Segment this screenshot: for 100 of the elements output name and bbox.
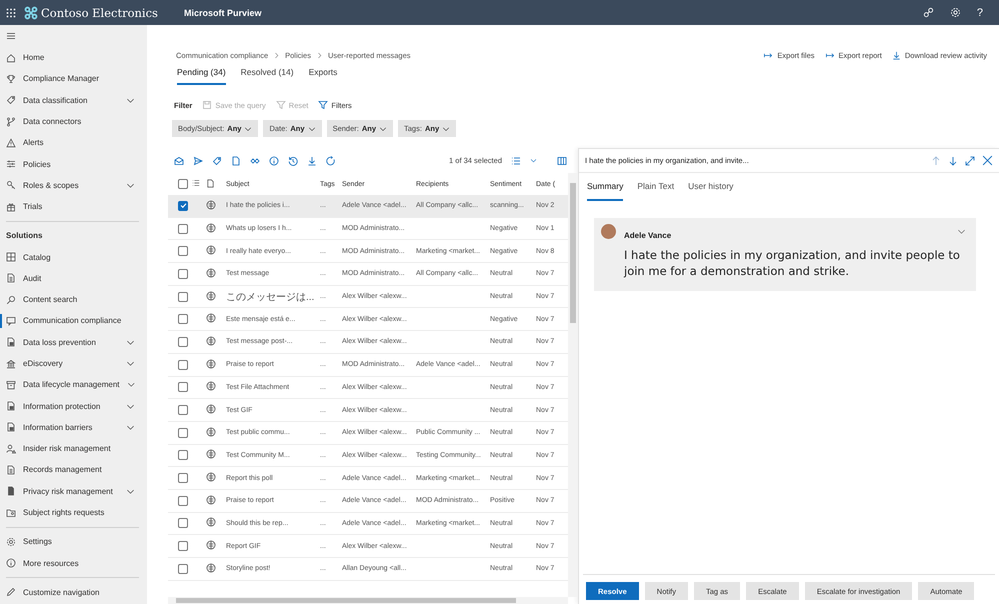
nav-item[interactable]: Subject rights requests (0, 502, 147, 524)
expand-button[interactable] (965, 156, 975, 166)
nav-item[interactable]: Compliance Manager (0, 68, 147, 90)
row-checkbox[interactable] (178, 473, 188, 484)
document-lock-icon (6, 401, 16, 412)
close-icon (982, 155, 993, 166)
warning-icon (6, 138, 16, 148)
key-icon (6, 180, 16, 190)
row-checkbox[interactable] (178, 246, 188, 256)
row-checkbox[interactable] (178, 224, 188, 234)
download-icon (307, 156, 317, 166)
tab[interactable]: Pending (34) (177, 65, 226, 85)
row-checkbox[interactable] (178, 496, 188, 506)
gift-icon (6, 202, 16, 212)
trophy-icon (6, 74, 16, 84)
row-checkbox[interactable] (178, 382, 188, 392)
nav-item[interactable]: Trials (0, 196, 147, 218)
tab[interactable]: Plain Text (637, 177, 674, 201)
funnel-icon (318, 100, 328, 110)
tab[interactable]: Resolved (14) (240, 65, 294, 85)
nav-item[interactable]: Home (0, 47, 147, 68)
nav-item[interactable]: Data loss prevention (0, 332, 147, 353)
nav-item[interactable]: Content search (0, 288, 147, 310)
chevron-down-icon (957, 227, 966, 236)
nav-item[interactable]: Settings (0, 531, 147, 553)
arrow-right-icon (763, 50, 774, 60)
grid-icon (6, 252, 16, 262)
chevron-down-icon (126, 380, 135, 390)
home-icon (6, 52, 16, 63)
nav-item[interactable]: eDiscovery (0, 352, 147, 374)
select-all-checkbox[interactable] (178, 179, 188, 189)
nav-item[interactable]: Audit (0, 268, 147, 289)
nav-item[interactable]: Data lifecycle management (0, 374, 147, 396)
organization-name: Contoso Electronics (41, 6, 158, 20)
arrow-up-icon (931, 156, 941, 166)
row-checkbox[interactable] (178, 268, 188, 279)
help-button[interactable]: ? (976, 6, 983, 18)
row-checkbox[interactable] (178, 360, 188, 370)
close-button[interactable] (982, 155, 993, 166)
app-launcher-icon (6, 8, 16, 18)
info-icon (6, 558, 16, 568)
mail-icon (174, 156, 184, 166)
document-icon (206, 178, 215, 188)
row-checkbox[interactable] (178, 314, 188, 324)
nav-item[interactable]: Information protection (0, 395, 147, 417)
row-checkbox[interactable] (178, 405, 188, 416)
nav-item[interactable]: Roles & scopes (0, 174, 147, 196)
document-icon (6, 486, 16, 496)
tag-icon (6, 95, 16, 106)
chevron-down-icon (379, 124, 388, 132)
message-body: I hate the policies in my organization, and invite people to join me for a demonstration and strike. (624, 247, 961, 279)
vertical-scrollbar[interactable] (568, 173, 578, 597)
row-checkbox[interactable] (178, 541, 188, 552)
archive-icon (6, 380, 16, 390)
next-button[interactable] (948, 156, 958, 166)
chevron-down-icon (244, 124, 252, 132)
save-icon (202, 100, 212, 110)
row-checkbox[interactable] (178, 336, 188, 347)
table-cell: このメッセージは... (226, 292, 314, 303)
pencil-icon (6, 587, 16, 598)
author-name: Adele Vance (624, 231, 672, 240)
tab[interactable]: Summary (587, 177, 624, 201)
nav-item[interactable]: Data classification (0, 90, 147, 111)
tab[interactable]: User history (688, 177, 734, 201)
nav-item[interactable]: More resources (0, 552, 147, 574)
horizontal-scrollbar[interactable] (168, 597, 568, 604)
send-icon (193, 156, 203, 166)
row-checkbox[interactable] (178, 564, 188, 574)
nav-item[interactable]: Data connectors (0, 110, 147, 132)
chevron-right-icon (316, 52, 323, 58)
history-icon (288, 156, 298, 166)
chevron-down-icon (530, 157, 537, 164)
nav-item[interactable]: Privacy risk management (0, 480, 147, 502)
row-checkbox[interactable] (178, 450, 188, 460)
nav-item[interactable]: Catalog (0, 246, 147, 268)
nav-item[interactable]: Information barriers (0, 416, 147, 438)
chevron-down-icon (308, 124, 316, 132)
nav-item[interactable]: Alerts (0, 132, 147, 154)
row-checkbox[interactable] (178, 200, 188, 211)
document-lock-icon (6, 422, 16, 432)
document-icon (6, 273, 16, 284)
chevron-right-icon (273, 52, 280, 58)
chevron-down-icon (442, 124, 450, 132)
nav-item[interactable]: Insider risk management (0, 438, 147, 460)
product-name: Microsoft Purview (184, 8, 262, 18)
tab[interactable]: Exports (308, 65, 338, 85)
branch-icon (6, 116, 16, 127)
nav-item[interactable]: Policies (0, 153, 147, 175)
row-checkbox[interactable] (178, 292, 188, 302)
arrow-down-icon (948, 156, 958, 166)
row-checkbox[interactable] (178, 428, 188, 438)
settings-icon (950, 7, 961, 18)
arrow-right-icon (824, 50, 835, 60)
nav-item[interactable]: Records management (0, 459, 147, 481)
document-icon (231, 156, 241, 166)
chevron-down-icon (126, 359, 135, 368)
nav-item[interactable]: Communication compliance (0, 310, 147, 332)
nav-item[interactable]: Customize navigation (0, 582, 147, 604)
download-icon (892, 50, 901, 60)
row-checkbox[interactable] (178, 518, 188, 528)
